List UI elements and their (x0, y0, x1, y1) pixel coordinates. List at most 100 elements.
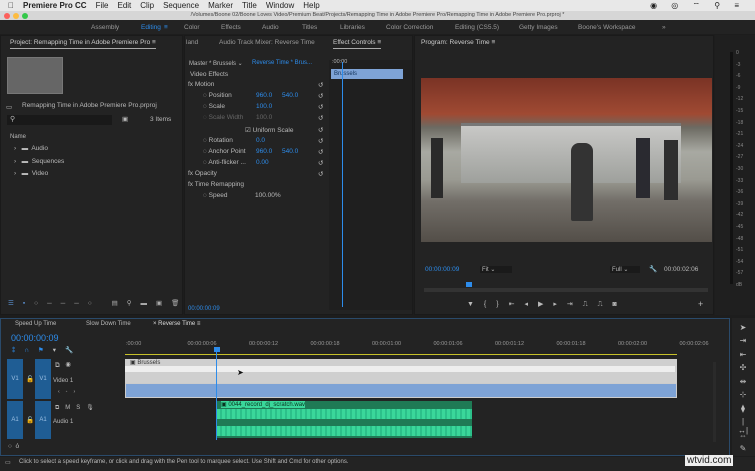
workspace-boone[interactable]: Boone's Workspace (578, 24, 635, 31)
fx-icon[interactable]: fx (188, 81, 195, 88)
workspace-color-correction[interactable]: Color Correction (386, 24, 433, 31)
video-clip-brussels[interactable]: ▣ Brussels (125, 359, 677, 383)
zoom-window-button[interactable] (22, 13, 28, 19)
fit-select[interactable]: Fit ⌄ (480, 266, 512, 273)
workspace-editing[interactable]: Editing (141, 24, 161, 31)
new-bin-icon[interactable]: ▣ (122, 115, 128, 123)
workspace-effects[interactable]: Effects (221, 24, 241, 31)
timeline-playhead-line[interactable] (216, 352, 217, 440)
lock-icon[interactable]: 🔓 (26, 416, 34, 424)
lock-icon[interactable]: 🔓 (26, 375, 34, 383)
track-select-tool-icon[interactable]: ⇥ (737, 336, 749, 345)
hand-tool-icon[interactable]: ⇔ (737, 431, 749, 440)
program-timecode[interactable]: 00:00:00:09 (425, 266, 459, 273)
effect-value[interactable]: 100.00% (255, 192, 281, 199)
reset-icon[interactable]: ↺ (318, 170, 323, 178)
menu-window[interactable]: Window (266, 1, 294, 10)
menu-title[interactable]: Title (242, 1, 257, 10)
workspace-audio[interactable]: Audio (262, 24, 279, 31)
pen-tool-icon[interactable]: ✎ (737, 444, 749, 453)
stopwatch-icon[interactable]: ☑ (245, 127, 253, 134)
menu-file[interactable]: File (96, 1, 109, 10)
effect-controls-timecode[interactable]: 00:00:00:09 (188, 306, 220, 312)
work-area-bar[interactable] (125, 354, 677, 355)
tab-reverse-time[interactable]: × Reverse Time ≡ (153, 321, 200, 327)
slip-tool-icon[interactable]: ⧫ (737, 404, 749, 413)
wrench-icon[interactable]: 🔧 (649, 265, 657, 273)
quality-select[interactable]: Full ⌄ (610, 266, 640, 273)
reset-icon[interactable]: ↺ (318, 159, 323, 167)
a1-track-target[interactable]: A1 (35, 401, 51, 439)
effect-row[interactable]: ☑ Uniform Scale (245, 126, 293, 134)
effect-value[interactable]: 540.0 (282, 92, 298, 99)
effect-value[interactable]: 100.0 (256, 103, 272, 110)
workspace-editing-cs55[interactable]: Editing (CS5.5) (455, 24, 499, 31)
project-toolbar[interactable]: ☰▪○───○ ▤⚲▬▣🗑 (8, 299, 188, 307)
apple-icon[interactable]:  (8, 1, 14, 10)
project-search-input[interactable]: ⚲ (7, 115, 112, 125)
workspace-titles[interactable]: Titles (302, 24, 317, 31)
v1-source-patch[interactable]: V1 (7, 359, 23, 399)
reset-icon[interactable]: ↺ (318, 148, 323, 156)
timeline-zoom-scrollbar[interactable]: ○ ό (8, 443, 19, 450)
effect-value[interactable]: 0.00 (256, 159, 269, 166)
effect-row[interactable]: fx Motion (188, 81, 214, 88)
effect-row[interactable]: ◌ Speed (203, 192, 227, 199)
sequence-clip-label[interactable]: Reverse Time * Brus... (252, 60, 312, 66)
more-workspaces-icon[interactable]: » (662, 24, 666, 31)
effect-row[interactable]: ◌ Anchor Point (203, 148, 246, 155)
v1-track-target[interactable]: V1 (35, 359, 51, 399)
tab-program[interactable]: Program: Reverse Time ≡ (421, 36, 496, 49)
video-track-toggles[interactable]: ⧉◉ (55, 362, 77, 370)
effect-row[interactable]: ◌ Scale (203, 103, 225, 110)
reset-icon[interactable]: ↺ (318, 92, 323, 100)
tab-project[interactable]: Project: Remapping Time in Adobe Premier… (10, 36, 156, 49)
menu-marker[interactable]: Marker (208, 1, 233, 10)
a1-source-patch[interactable]: A1 (7, 401, 23, 439)
program-scrub-bar[interactable] (424, 288, 708, 292)
menu-help[interactable]: Help (303, 1, 319, 10)
selection-tool-icon[interactable]: ➤ (737, 323, 749, 332)
transport-controls[interactable]: ▼{}⇤◂▶▸⇥⎍⎍◙ (467, 300, 627, 309)
timeline-timecode[interactable]: 00:00:00:09 (11, 333, 59, 343)
effect-value[interactable]: 960.0 (256, 148, 272, 155)
reset-icon[interactable]: ↺ (318, 137, 323, 145)
workspace-libraries[interactable]: Libraries (340, 24, 365, 31)
tab-effect-controls[interactable]: Effect Controls ≡ (333, 36, 382, 49)
effect-playhead[interactable] (342, 62, 343, 307)
close-window-button[interactable] (4, 13, 10, 19)
bin-video[interactable]: › ▬ Video (14, 170, 48, 177)
effect-value[interactable]: 100.0 (256, 114, 272, 121)
tab-slow-down-time[interactable]: Slow Down Time (86, 321, 131, 327)
workspace-getty[interactable]: Getty Images (519, 24, 558, 31)
effect-row[interactable]: ◌ Anti-flicker ... (203, 159, 246, 166)
audio-clip[interactable]: ▣ 0044_record_dj_scratch.wav (217, 401, 472, 438)
timeline-vertical-scrollbar[interactable] (713, 362, 716, 442)
menu-clip[interactable]: Clip (140, 1, 154, 10)
reset-icon[interactable]: ↺ (318, 81, 323, 89)
effect-value[interactable]: 540.0 (282, 148, 298, 155)
audio-track-toggles[interactable]: ⧉MS🎙 (55, 404, 100, 412)
reset-icon[interactable]: ↺ (318, 126, 323, 134)
tab-speed-up-time[interactable]: Speed Up Time (15, 321, 56, 327)
minimize-window-button[interactable] (13, 13, 19, 19)
effect-value[interactable]: 960.0 (256, 92, 272, 99)
effect-row[interactable]: ◌ Rotation (203, 137, 233, 144)
tab-land[interactable]: land (186, 36, 199, 49)
status-icons[interactable]: ◉ ◎ ⌔ ⚲ ≡ (650, 1, 745, 11)
bin-audio[interactable]: › ▬ Audio (14, 145, 48, 152)
effect-row[interactable]: ◌ Position (203, 92, 232, 99)
workspace-assembly[interactable]: Assembly (91, 24, 119, 31)
video-clip-keyframe-lane[interactable] (125, 383, 677, 398)
menu-sequence[interactable]: Sequence (163, 1, 199, 10)
rolling-edit-tool-icon[interactable]: ✣ (737, 363, 749, 372)
rate-stretch-tool-icon[interactable]: ⇹ (737, 377, 749, 386)
effect-value[interactable]: 0.0 (256, 137, 265, 144)
ripple-edit-tool-icon[interactable]: ⇤ (737, 350, 749, 359)
workspace-color[interactable]: Color (184, 24, 200, 31)
razor-tool-icon[interactable]: ⊹ (737, 390, 749, 399)
workspace-menu-icon[interactable]: ≡ (164, 24, 168, 31)
column-name-header[interactable]: Name (10, 134, 26, 140)
effect-row[interactable]: fx Opacity (188, 170, 217, 177)
master-clip-select[interactable]: Master * Brussels ⌄ (189, 60, 243, 67)
